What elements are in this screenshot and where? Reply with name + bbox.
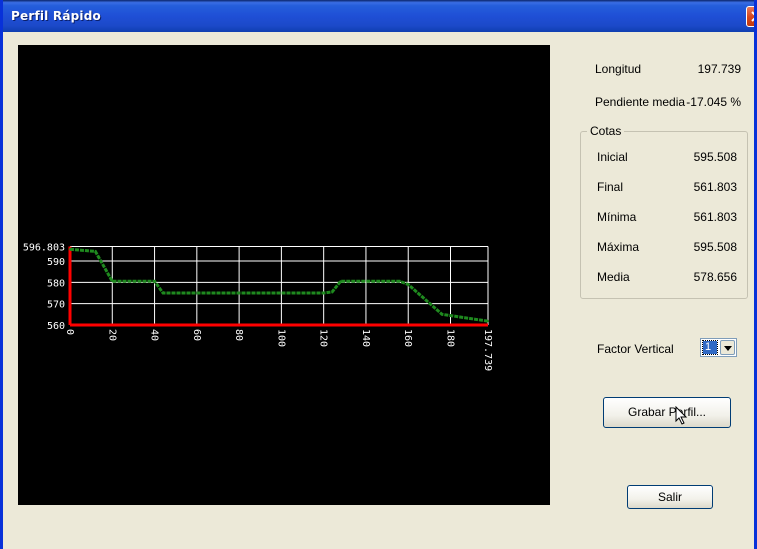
profile-point-6	[322, 292, 325, 295]
profile-plot: 596.803 590 580 570 560 0 20 40 60 80 100 120 140 160…	[18, 45, 550, 505]
cotas-legend: Cotas	[587, 124, 625, 138]
cota-inicial-label: Inicial	[597, 150, 628, 164]
profile-point-2	[94, 250, 97, 253]
longitud-value: 197.739	[697, 62, 741, 76]
cota-media-label: Media	[597, 270, 630, 284]
y-tick-label-1: 590	[47, 257, 65, 268]
cota-maxima-label: Máxima	[597, 240, 640, 254]
window-title: Perfil Rápido	[11, 9, 101, 23]
cota-minima-label: Mínima	[597, 210, 637, 224]
cota-maxima-value: 595.508	[693, 240, 737, 254]
cota-final-value: 561.803	[693, 180, 737, 194]
close-icon	[751, 11, 754, 22]
x-tick-label-7: 140	[360, 329, 371, 347]
x-tick-label-3: 60	[191, 329, 202, 341]
cota-final-label: Final	[597, 180, 624, 194]
y-tick-label-2: 580	[47, 278, 65, 289]
title-bar[interactable]: Perfil Rápido	[3, 0, 754, 32]
profile-point-8	[339, 280, 342, 283]
profile-point-1	[81, 249, 84, 252]
x-tick-label-10: 197.739	[482, 329, 493, 371]
profile-point-3	[111, 280, 114, 283]
x-tick-label-9: 180	[445, 329, 456, 347]
x-tick-label-5: 100	[275, 329, 286, 347]
dropdown-button[interactable]	[720, 340, 735, 355]
longitud-label: Longitud	[595, 62, 642, 76]
factor-vertical-label: Factor Vertical	[597, 342, 674, 356]
factor-vertical-select[interactable]: 1	[700, 338, 737, 357]
y-tick-label-4: 560	[47, 321, 65, 332]
cota-minima-value: 561.803	[693, 210, 737, 224]
cota-media-value: 578.656	[693, 270, 737, 284]
mouse-cursor-icon	[675, 406, 688, 425]
x-tick-label-1: 20	[106, 329, 117, 341]
pendiente-label: Pendiente media	[595, 95, 686, 109]
profile-point-4	[153, 280, 156, 283]
salir-button[interactable]: Salir	[627, 485, 713, 509]
profile-point-5	[162, 292, 165, 295]
x-tick-label-4: 80	[233, 329, 244, 341]
grabar-perfil-button[interactable]: Grabar Perfil...	[603, 397, 731, 428]
chevron-down-icon	[724, 346, 732, 351]
x-tick-label-8: 160	[402, 329, 413, 347]
profile-chart: 596.803 590 580 570 5600 20 40 60 80 100 120 140 160…	[23, 243, 493, 372]
factor-vertical-value: 1	[702, 340, 718, 355]
profile-point-0	[69, 248, 71, 251]
pendiente-value: -17.045 %	[686, 95, 741, 109]
profile-point-10	[407, 283, 410, 286]
x-tick-label-0: 0	[64, 329, 75, 335]
x-tick-label-2: 40	[149, 329, 160, 341]
cota-inicial-value: 595.508	[693, 150, 737, 164]
close-button[interactable]	[746, 6, 754, 27]
profile-point-9	[398, 280, 401, 283]
y-tick-label-0: 596.803	[23, 243, 65, 254]
profile-point-7	[331, 290, 334, 293]
y-tick-label-3: 570	[47, 300, 65, 311]
profile-point-12	[487, 320, 489, 323]
profile-point-11	[441, 313, 444, 316]
profile-series-line	[69, 247, 489, 323]
x-tick-label-6: 120	[318, 329, 329, 347]
